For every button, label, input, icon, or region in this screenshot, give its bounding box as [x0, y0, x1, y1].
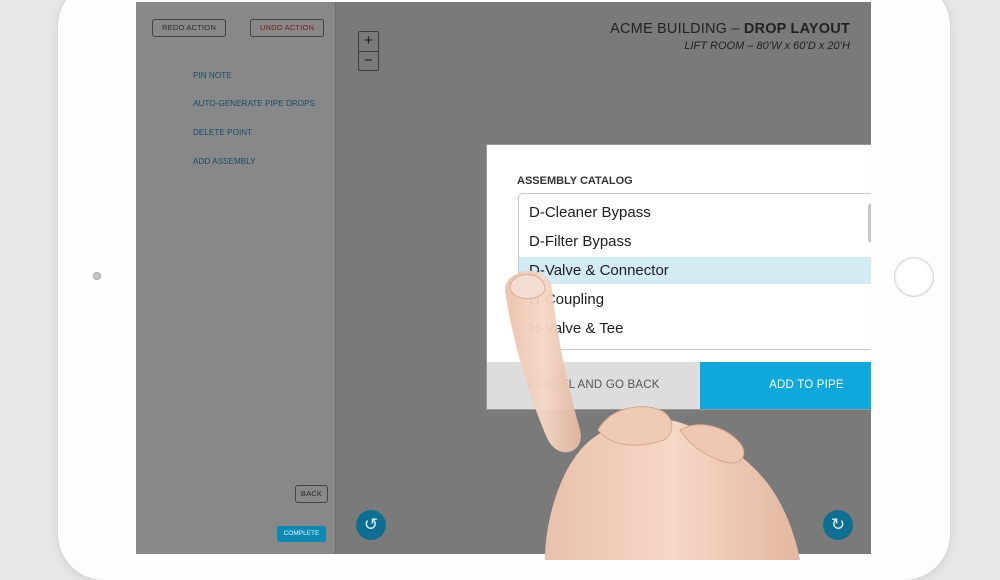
layout-canvas[interactable]: + − ACME BUILDING – DROP LAYOUT LIFT ROO… [336, 2, 871, 554]
dialog-title: ASSEMBLY CATALOG [517, 175, 633, 187]
scrollbar-thumb[interactable] [868, 203, 871, 243]
redo-button[interactable]: REDO ACTION [152, 19, 226, 37]
app-screen: REDO ACTION UNDO ACTION PIN NOTE AUTO-GE… [136, 2, 871, 554]
pin-note-link[interactable]: PIN NOTE [193, 71, 232, 80]
assembly-catalog-dialog: ASSEMBLY CATALOG D-Cleaner Bypass D-Filt… [487, 145, 871, 409]
back-button[interactable]: BACK [295, 485, 328, 503]
undo-button[interactable]: UNDO ACTION [250, 19, 324, 37]
tools-panel: REDO ACTION UNDO ACTION PIN NOTE AUTO-GE… [136, 2, 336, 554]
list-item[interactable]: D-Filter Bypass [519, 228, 871, 255]
camera-icon [93, 272, 101, 280]
rotate-right-icon[interactable]: ↻ [823, 510, 853, 540]
assembly-list[interactable]: D-Cleaner Bypass D-Filter Bypass D-Valve… [518, 193, 871, 350]
list-item[interactable]: H-Coupling [519, 286, 871, 313]
add-assembly-link[interactable]: ADD ASSEMBLY [193, 157, 256, 166]
list-item-selected[interactable]: D-Valve & Connector [519, 257, 871, 284]
home-button [894, 257, 934, 297]
rotate-left-icon[interactable]: ↺ [356, 510, 386, 540]
add-to-pipe-button[interactable]: ADD TO PIPE [700, 362, 871, 409]
list-item[interactable]: D-Cleaner Bypass [519, 199, 871, 226]
cancel-button[interactable]: CANCEL AND GO BACK [487, 362, 700, 409]
delete-point-link[interactable]: DELETE POINT [193, 128, 252, 137]
list-item[interactable]: H-Valve & Tee [519, 315, 871, 342]
auto-generate-pipe-drops-link[interactable]: AUTO-GENERATE PIPE DROPS [193, 99, 315, 108]
complete-button[interactable]: COMPLETE [277, 526, 326, 542]
